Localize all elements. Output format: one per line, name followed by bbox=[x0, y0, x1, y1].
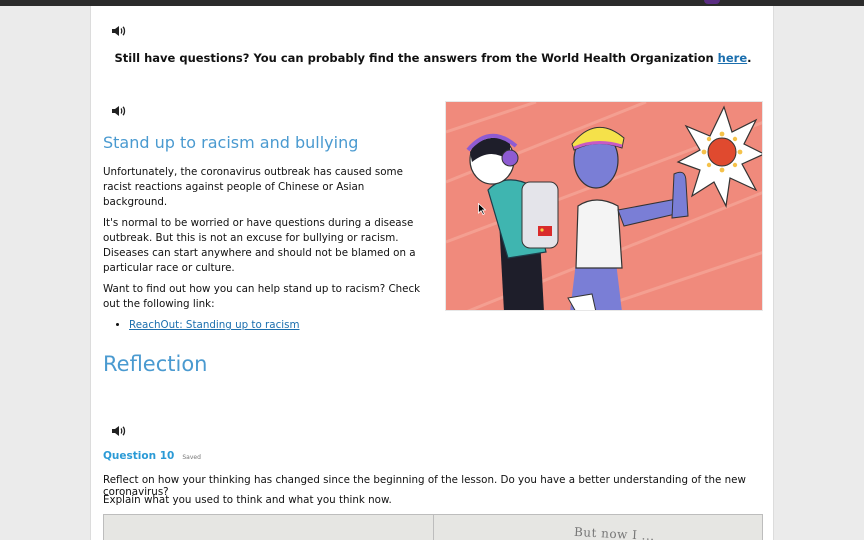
reachout-link[interactable]: ReachOut: Standing up to racism bbox=[129, 319, 299, 331]
mouse-pointer-icon bbox=[478, 203, 486, 215]
who-here-link[interactable]: here bbox=[718, 51, 747, 65]
link-list: ReachOut: Standing up to racism bbox=[129, 318, 425, 333]
racism-section-title: Stand up to racism and bullying bbox=[103, 133, 359, 152]
answer-cell-before[interactable] bbox=[104, 515, 433, 540]
lesson-page: Still have questions? You can probably f… bbox=[90, 6, 774, 540]
paragraph: Want to find out how you can help stand … bbox=[103, 283, 421, 310]
question-label: Question 10 bbox=[103, 450, 175, 462]
question-header: Question 10 Saved bbox=[103, 450, 201, 462]
paragraph: Unfortunately, the coronavirus outbreak … bbox=[103, 166, 403, 208]
speaker-icon[interactable] bbox=[111, 24, 127, 38]
racism-section-body: Unfortunately, the coronavirus outbreak … bbox=[103, 165, 425, 333]
who-notice: Still have questions? You can probably f… bbox=[91, 51, 775, 65]
handwritten-answer: But now I ... bbox=[573, 524, 655, 540]
question-instruction: Explain what you used to think and what … bbox=[103, 494, 392, 506]
speaker-icon[interactable] bbox=[111, 424, 127, 438]
notice-text: Still have questions? You can probably f… bbox=[114, 51, 718, 65]
notice-suffix: . bbox=[747, 51, 752, 65]
saved-status: Saved bbox=[182, 454, 201, 461]
reflection-title: Reflection bbox=[103, 352, 208, 376]
top-bar-accent bbox=[704, 0, 720, 4]
list-item: ReachOut: Standing up to racism bbox=[129, 318, 425, 333]
paragraph: It's normal to be worried or have questi… bbox=[103, 217, 416, 274]
answer-table: But now I ... bbox=[103, 514, 763, 540]
speaker-icon[interactable] bbox=[111, 104, 127, 118]
anti-racism-illustration bbox=[445, 101, 763, 311]
answer-cell-now[interactable]: But now I ... bbox=[432, 515, 763, 540]
